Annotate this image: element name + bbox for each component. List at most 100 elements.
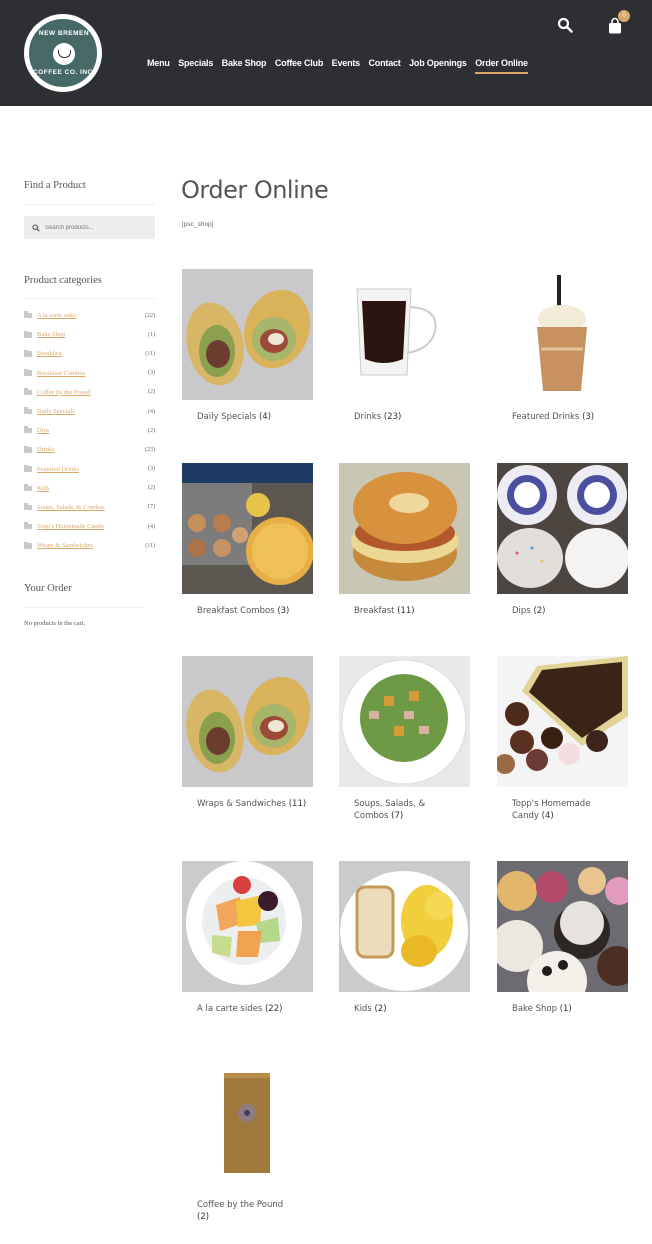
folder-icon — [24, 349, 32, 357]
category-item: Soups, Salads, & Combos (7) — [24, 498, 155, 517]
category-label[interactable]: A la carte sides (22) — [197, 1004, 313, 1016]
category-count: (3) — [148, 370, 155, 377]
shortcode-text: [psc_shop] — [182, 221, 214, 228]
category-label[interactable]: Dips (2) — [512, 606, 628, 618]
nav-bake-shop[interactable]: Bake Shop — [222, 58, 267, 74]
wrap-sandwich-image[interactable] — [182, 269, 313, 400]
folder-icon — [24, 503, 32, 511]
bagel-sandwich-image[interactable] — [339, 463, 470, 594]
category-link[interactable]: Coffee by the Pound — [37, 389, 148, 396]
category-label[interactable]: Daily Specials (4) — [197, 412, 313, 424]
category-link[interactable]: Wraps & Sandwiches — [37, 542, 145, 549]
product-category-card[interactable]: A la carte sides (22) — [182, 861, 313, 1016]
product-category-card[interactable]: Daily Specials (4) — [182, 269, 313, 424]
nav-order-online[interactable]: Order Online — [475, 58, 528, 74]
product-category-card[interactable]: Bake Shop (1) — [497, 861, 628, 1016]
category-count: (3) — [148, 466, 155, 473]
product-category-card[interactable]: Featured Drinks (3) — [497, 269, 628, 424]
category-link[interactable]: Soups, Salads, & Combos — [37, 504, 148, 511]
chocolates-image[interactable] — [497, 656, 628, 787]
bread-chips-image[interactable] — [339, 861, 470, 992]
category-count: (2) — [148, 389, 155, 396]
nav-job-openings[interactable]: Job Openings — [409, 58, 467, 74]
category-link[interactable]: Drinks — [37, 446, 145, 453]
category-count: (2) — [374, 1004, 387, 1014]
category-count: (2) — [148, 485, 155, 492]
product-category-card[interactable]: Dips (2) — [497, 463, 628, 618]
cupcakes-image[interactable] — [497, 861, 628, 992]
product-category-card[interactable]: Topp's Homemade Candy (4) — [497, 656, 628, 822]
category-label[interactable]: Breakfast Combos (3) — [197, 606, 313, 618]
category-name: Drinks — [354, 412, 382, 422]
category-count: (4) — [148, 408, 155, 415]
category-item: A la carte sides (22) — [24, 306, 155, 325]
nav-coffee-club[interactable]: Coffee Club — [275, 58, 324, 74]
category-item: Bake Shop (1) — [24, 325, 155, 344]
folder-icon — [24, 522, 32, 530]
category-label[interactable]: Coffee by the Pound (2) — [197, 1200, 313, 1223]
category-item: Dips (2) — [24, 421, 155, 440]
product-category-card[interactable]: Drinks (23) — [339, 269, 470, 424]
category-label[interactable]: Featured Drinks (3) — [512, 412, 628, 424]
category-name: A la carte sides — [197, 1004, 263, 1014]
category-link[interactable]: Breakfast Combos — [37, 370, 148, 377]
category-count: (11) — [288, 799, 307, 809]
search-icon[interactable] — [557, 17, 573, 33]
wrap-sandwich-image[interactable] — [182, 656, 313, 787]
salad-image[interactable] — [339, 656, 470, 787]
search-input[interactable] — [45, 224, 145, 231]
nav-menu[interactable]: Menu — [147, 58, 170, 74]
fruit-bowl-image[interactable] — [182, 861, 313, 992]
category-count: (22) — [145, 312, 155, 319]
main-nav: Menu Specials Bake Shop Coffee Club Even… — [147, 58, 536, 74]
category-link[interactable]: Kids — [37, 485, 148, 492]
category-name: Daily Specials — [197, 412, 257, 422]
category-label[interactable]: Soups, Salads, & Combos (7) — [354, 799, 470, 822]
product-category-card[interactable]: Soups, Salads, & Combos (7) — [339, 656, 470, 822]
logo[interactable]: NEW BREMEN COFFEE CO. INC. — [24, 14, 102, 92]
category-count: (11) — [145, 350, 155, 357]
folder-icon — [24, 464, 32, 472]
category-label[interactable]: Drinks (23) — [354, 412, 470, 424]
category-count: (2) — [197, 1211, 210, 1222]
product-category-card[interactable]: Wraps & Sandwiches (11) — [182, 656, 313, 811]
nav-specials[interactable]: Specials — [178, 58, 213, 74]
category-link[interactable]: Topp's Homemade Candy — [37, 523, 148, 530]
category-count: (4) — [148, 523, 155, 530]
category-label[interactable]: Wraps & Sandwiches (11) — [197, 799, 313, 811]
product-category-card[interactable]: Kids (2) — [339, 861, 470, 1016]
product-category-card[interactable]: Breakfast (11) — [339, 463, 470, 618]
category-label[interactable]: Breakfast (11) — [354, 606, 470, 618]
logo-text-bottom: COFFEE CO. INC. — [32, 69, 96, 76]
category-link[interactable]: Breakfast — [37, 350, 145, 357]
category-count: (4) — [541, 810, 554, 821]
category-link[interactable]: Daily Specials — [37, 408, 148, 415]
category-count: (1) — [559, 1004, 572, 1014]
nav-events[interactable]: Events — [332, 58, 361, 74]
frappe-image[interactable] — [497, 269, 628, 400]
category-link[interactable]: A la carte sides — [37, 312, 145, 319]
quiche-muffins-image[interactable] — [182, 463, 313, 594]
folder-icon — [24, 426, 32, 434]
sidebar: Find a Product Product categories A la c… — [24, 180, 155, 627]
category-item: Kids (2) — [24, 479, 155, 498]
folder-icon — [24, 311, 32, 319]
divider — [24, 204, 155, 205]
category-count: (2) — [148, 427, 155, 434]
category-link[interactable]: Dips — [37, 427, 148, 434]
product-category-card[interactable]: Breakfast Combos (3) — [182, 463, 313, 618]
dip-tubs-image[interactable] — [497, 463, 628, 594]
category-name: Kids — [354, 1004, 372, 1014]
coffee-cup-image[interactable] — [339, 269, 470, 400]
folder-icon — [24, 541, 32, 549]
category-label[interactable]: Bake Shop (1) — [512, 1004, 628, 1016]
logo-badge: NEW BREMEN COFFEE CO. INC. — [28, 18, 98, 88]
category-label[interactable]: Topp's Homemade Candy (4) — [512, 799, 628, 822]
category-link[interactable]: Bake Shop — [37, 331, 148, 338]
product-category-card[interactable]: Coffee by the Pound (2) — [182, 1061, 313, 1223]
coffee-bag-image[interactable] — [182, 1061, 313, 1192]
category-link[interactable]: Featured Drinks — [37, 466, 148, 473]
nav-contact[interactable]: Contact — [369, 58, 401, 74]
category-label[interactable]: Kids (2) — [354, 1004, 470, 1016]
product-search[interactable] — [24, 216, 155, 239]
